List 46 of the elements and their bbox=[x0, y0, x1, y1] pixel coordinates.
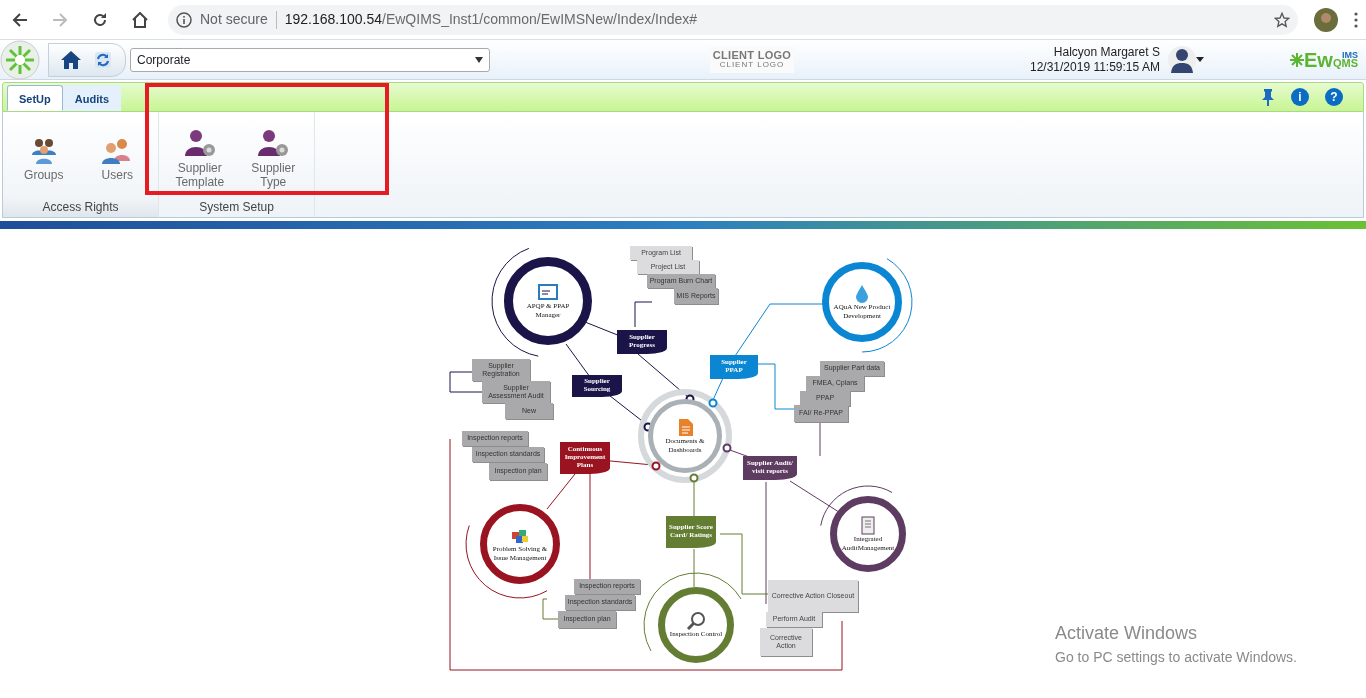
ribbon-tab[interactable]: SetUp bbox=[7, 85, 63, 111]
date-time: 12/31/2019 11:59:15 AM bbox=[1030, 59, 1160, 74]
pin-icon[interactable] bbox=[1261, 88, 1275, 106]
connector-line bbox=[637, 353, 689, 398]
connector-line bbox=[757, 363, 795, 410]
home-icon bbox=[60, 49, 82, 70]
window-icon bbox=[538, 283, 558, 303]
magnifier-icon bbox=[686, 611, 706, 631]
security-label: Not secure bbox=[200, 10, 268, 29]
home-icon bbox=[131, 11, 149, 28]
group-label: System Setup bbox=[198, 199, 275, 216]
connector-dot bbox=[651, 461, 661, 471]
connector-dot bbox=[689, 473, 699, 483]
user-name: Halcyon Margaret S bbox=[1052, 45, 1160, 60]
refresh-icon bbox=[94, 50, 112, 69]
site-dropdown[interactable]: Corporate bbox=[130, 47, 490, 72]
activation-title: Activate Windows bbox=[1055, 622, 1199, 645]
client-logo: CLIENT LOGO CLIENT LOGO bbox=[710, 46, 794, 73]
caret-icon bbox=[475, 56, 483, 63]
connector-dot bbox=[722, 443, 732, 453]
ribbon-tab[interactable]: Audits bbox=[62, 85, 121, 111]
reload-icon bbox=[92, 11, 108, 28]
user-avatar[interactable] bbox=[1167, 44, 1196, 75]
forward-icon bbox=[52, 11, 68, 28]
person-gear-icon bbox=[182, 127, 217, 158]
person-gear-icon bbox=[256, 127, 291, 158]
menu-icon[interactable] bbox=[1354, 11, 1358, 28]
info-icon[interactable] bbox=[176, 11, 192, 28]
connector-dot bbox=[708, 398, 718, 408]
profile-avatar[interactable] bbox=[1314, 7, 1338, 32]
ribbon-button[interactable]: Users bbox=[82, 112, 152, 197]
connector-line bbox=[565, 343, 591, 378]
connector-line bbox=[634, 301, 653, 328]
caret-icon[interactable] bbox=[1195, 57, 1204, 62]
ribbon-button[interactable]: Groups bbox=[9, 112, 79, 197]
ribbon-button[interactable]: Supplier Type bbox=[238, 112, 308, 197]
info-button[interactable]: i bbox=[1291, 88, 1309, 106]
clipboard-icon bbox=[858, 516, 878, 536]
help-button[interactable]: ? bbox=[1325, 88, 1343, 106]
address-text[interactable]: 192.168.100.54/EwQIMS_Inst1/common/EwIMSNew/Index/Index# bbox=[284, 9, 698, 30]
asterisk-icon bbox=[1290, 52, 1305, 67]
star-icon[interactable] bbox=[1274, 11, 1290, 28]
connector-line bbox=[712, 377, 724, 401]
ribbon-button[interactable]: Supplier Template bbox=[165, 112, 235, 197]
back-icon bbox=[12, 11, 28, 28]
activation-text: Go to PC settings to activate Windows. bbox=[1055, 648, 1297, 667]
